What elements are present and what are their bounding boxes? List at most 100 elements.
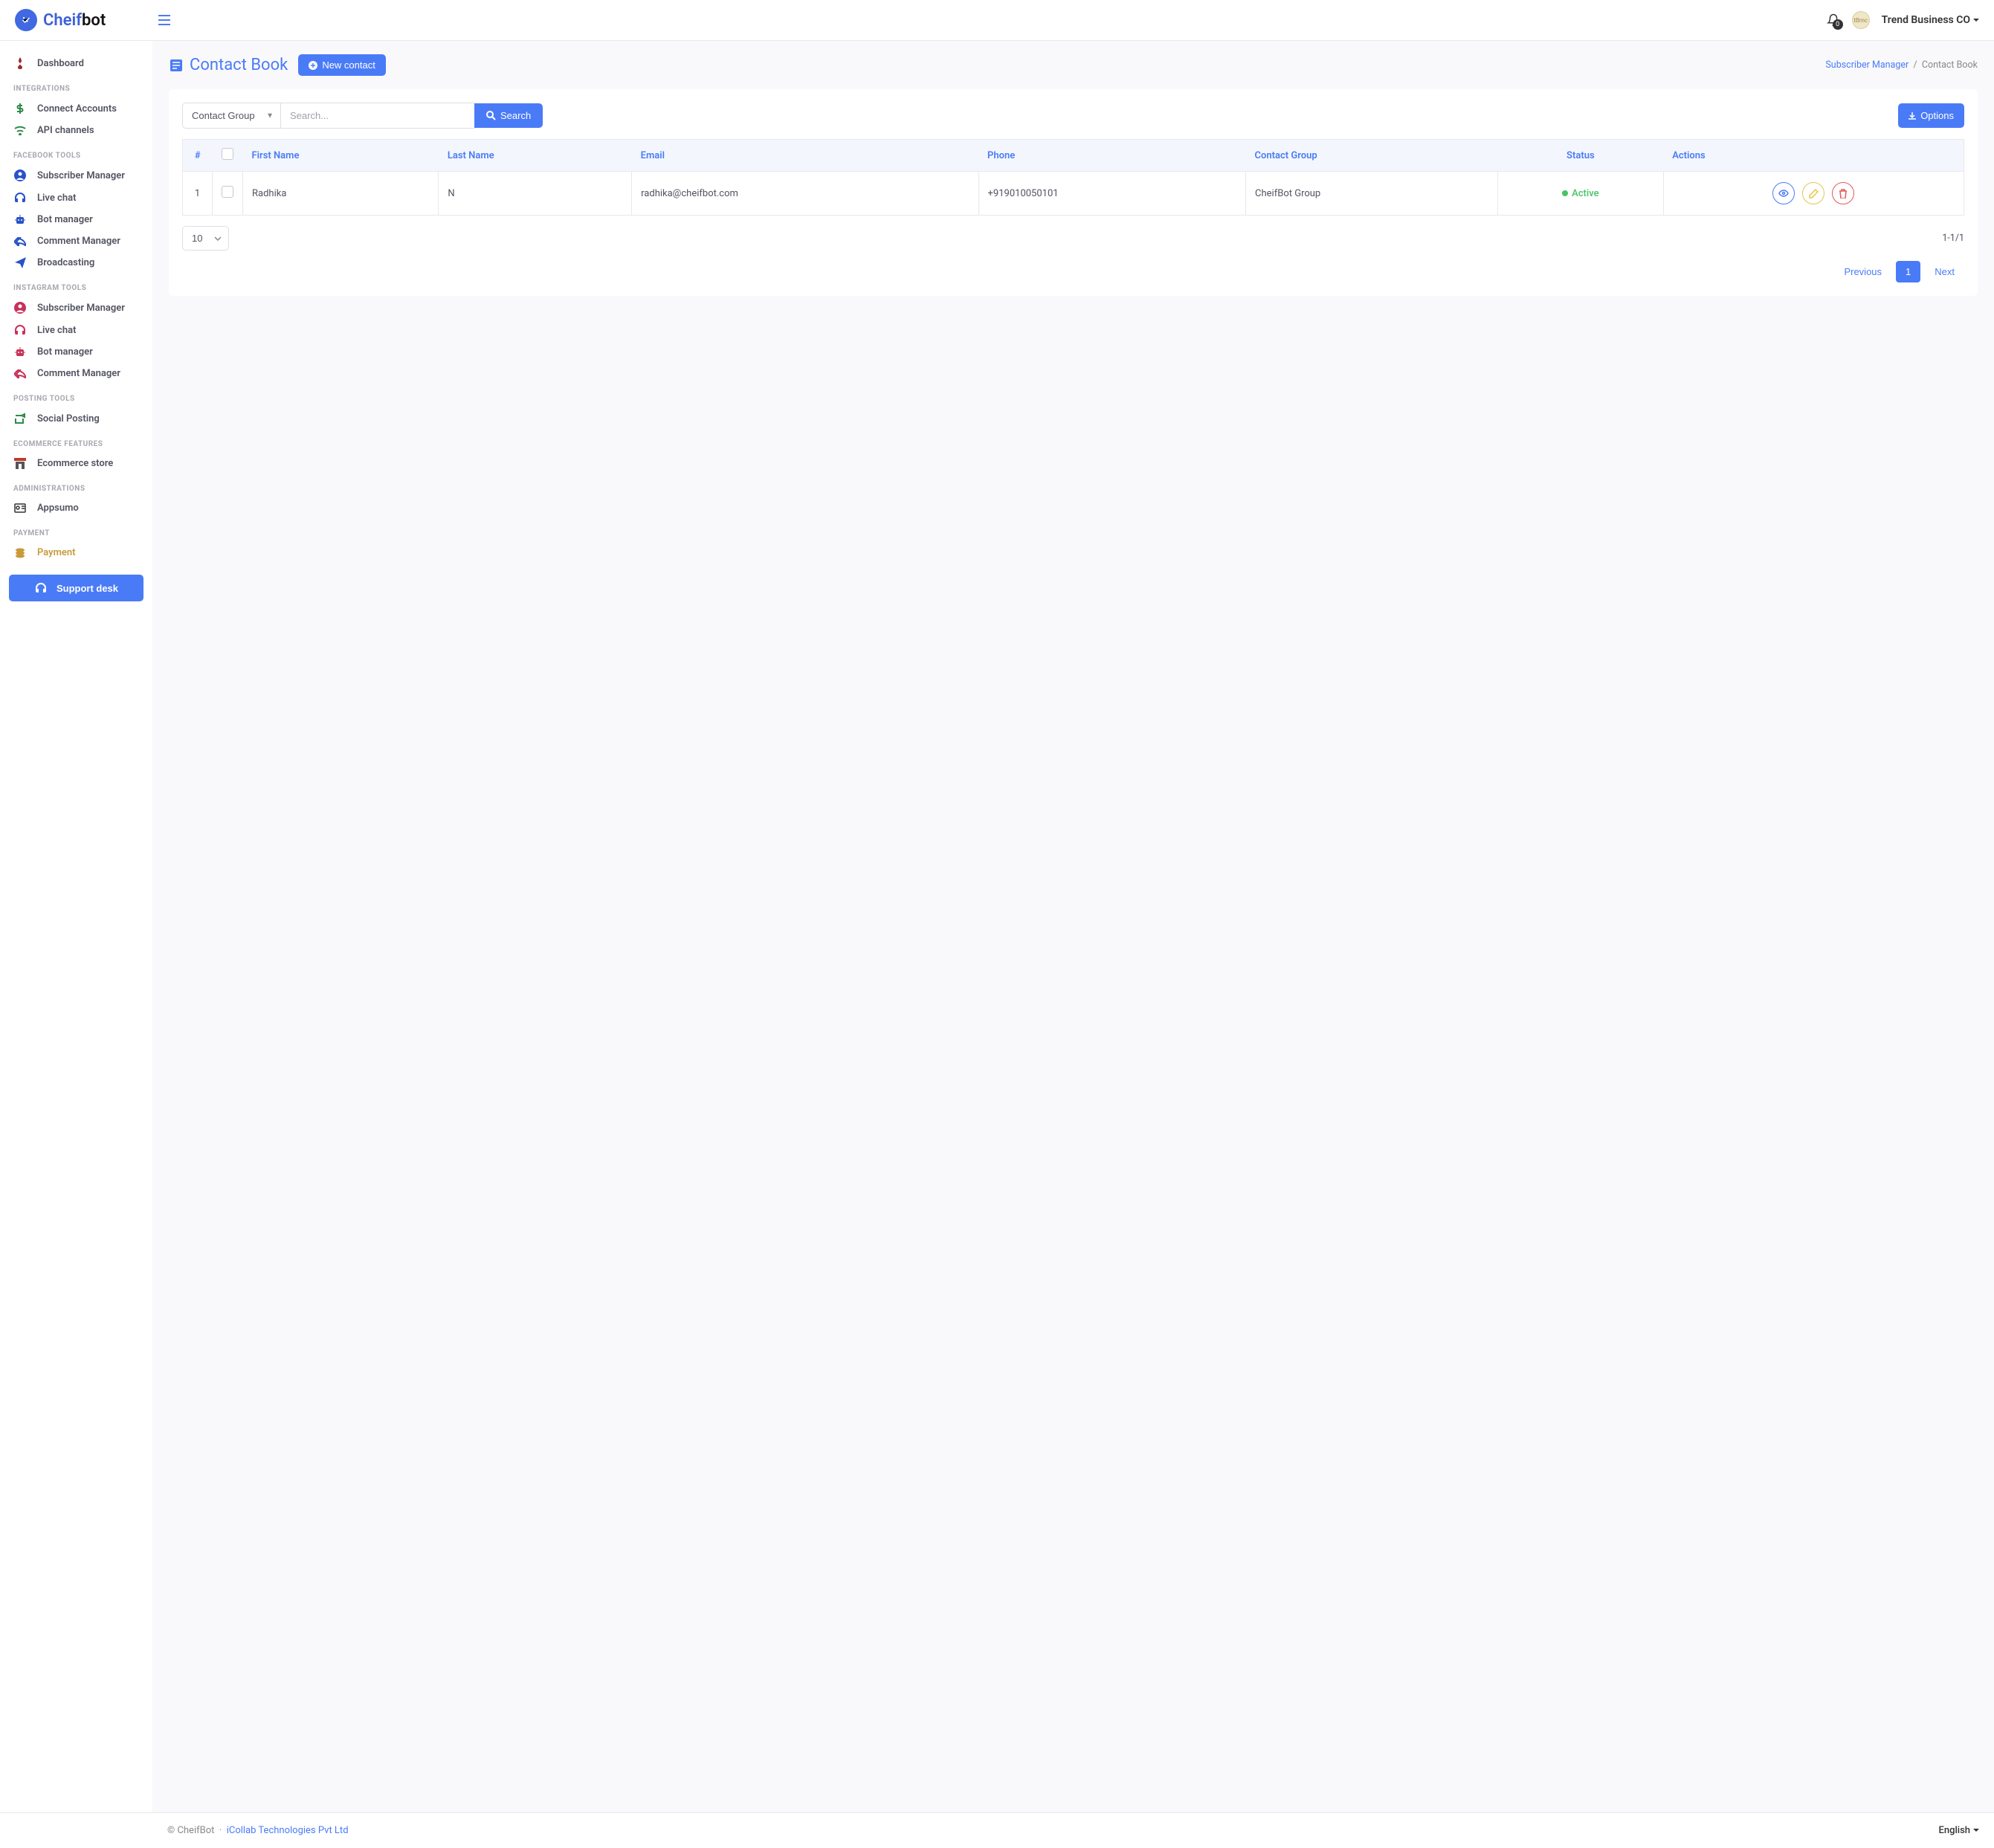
sidebar-item-ig-subscriber[interactable]: Subscriber Manager <box>0 297 152 319</box>
eye-icon <box>1778 190 1789 197</box>
cell-phone: +919010050101 <box>978 172 1246 216</box>
chevron-down-icon <box>1973 1829 1979 1832</box>
notification-bell-icon[interactable]: 0 <box>1827 13 1840 27</box>
avatar[interactable]: tBmc <box>1852 11 1870 29</box>
pagination: Previous 1 Next <box>182 261 1964 282</box>
headset-icon <box>13 192 27 204</box>
sidebar-item-ig-comment[interactable]: Comment Manager <box>0 363 152 384</box>
col-email[interactable]: Email <box>632 140 978 172</box>
new-contact-button[interactable]: New contact <box>298 54 386 76</box>
menu-toggle-icon[interactable] <box>158 15 170 25</box>
logo-text: Cheifbot <box>43 11 106 30</box>
sidebar-label: Appsumo <box>37 503 79 514</box>
next-page-button[interactable]: Next <box>1925 261 1964 282</box>
sidebar-item-connect-accounts[interactable]: Connect Accounts <box>0 97 152 120</box>
paper-plane-icon <box>13 257 27 268</box>
dollar-icon <box>13 103 27 114</box>
search-button[interactable]: Search <box>474 103 543 128</box>
contacts-table: # First Name Last Name Email Phone Conta… <box>182 139 1964 216</box>
footer-copyright: © CheifBot <box>167 1825 214 1836</box>
search-icon <box>486 111 496 120</box>
options-label: Options <box>1920 110 1954 121</box>
support-label: Support desk <box>57 583 118 594</box>
account-dropdown[interactable]: Trend Business CO <box>1882 14 1979 26</box>
new-contact-label: New contact <box>322 59 375 71</box>
sidebar-item-appsumo[interactable]: Appsumo <box>0 497 152 519</box>
status-text: Active <box>1572 188 1598 199</box>
headset-icon <box>34 582 48 594</box>
cell-email: radhika@cheifbot.com <box>632 172 978 216</box>
sidebar: Dashboard INTEGRATIONS Connect Accounts … <box>0 41 152 1812</box>
logo-mark-icon <box>15 9 37 31</box>
sidebar-heading-posting: POSTING TOOLS <box>0 384 152 407</box>
page-title: Contact Book <box>169 56 288 74</box>
headset-icon <box>13 324 27 336</box>
sidebar-item-ig-bot[interactable]: Bot manager <box>0 341 152 363</box>
chevron-down-icon <box>1973 19 1979 22</box>
footer: © CheifBot · iCollab Technologies Pvt Lt… <box>0 1812 1994 1848</box>
cell-first-name: Radhika <box>243 172 439 216</box>
row-checkbox[interactable] <box>222 186 233 198</box>
sidebar-item-social-posting[interactable]: Social Posting <box>0 407 152 430</box>
sidebar-item-ecommerce-store[interactable]: Ecommerce store <box>0 453 152 474</box>
sidebar-label: API channels <box>37 125 94 136</box>
language-selector[interactable]: English <box>1939 1825 1980 1836</box>
sidebar-heading-payment: PAYMENT <box>0 519 152 542</box>
sidebar-label: Subscriber Manager <box>37 170 125 181</box>
sidebar-label: Ecommerce store <box>37 458 113 469</box>
sidebar-item-fb-comment[interactable]: Comment Manager <box>0 230 152 252</box>
id-card-icon <box>13 503 27 513</box>
sidebar-label: Dashboard <box>37 58 84 69</box>
table-row: 1 Radhika N radhika@cheifbot.com +919010… <box>183 172 1964 216</box>
col-contact-group[interactable]: Contact Group <box>1246 140 1498 172</box>
pencil-icon <box>1809 189 1819 198</box>
sidebar-item-payment[interactable]: Payment <box>0 542 152 563</box>
col-first-name[interactable]: First Name <box>243 140 439 172</box>
search-label: Search <box>500 110 531 121</box>
notification-badge: 0 <box>1833 19 1843 30</box>
cell-checkbox <box>213 172 243 216</box>
logo[interactable]: Cheifbot <box>15 9 152 31</box>
page-1-button[interactable]: 1 <box>1896 261 1920 282</box>
breadcrumb: Subscriber Manager / Contact Book <box>1825 59 1978 71</box>
support-desk-button[interactable]: Support desk <box>9 575 143 601</box>
sidebar-item-ig-livechat[interactable]: Live chat <box>0 319 152 341</box>
breadcrumb-parent[interactable]: Subscriber Manager <box>1825 59 1909 71</box>
sidebar-item-dashboard[interactable]: Dashboard <box>0 52 152 74</box>
cell-status: Active <box>1497 172 1663 216</box>
breadcrumb-current: Contact Book <box>1922 59 1978 71</box>
select-all-checkbox[interactable] <box>222 148 233 160</box>
results-range: 1-1/1 <box>1942 233 1964 244</box>
coins-icon <box>13 548 27 558</box>
col-status[interactable]: Status <box>1497 140 1663 172</box>
sidebar-label: Social Posting <box>37 413 100 424</box>
sidebar-heading-admin: ADMINISTRATIONS <box>0 474 152 497</box>
sidebar-item-fb-broadcast[interactable]: Broadcasting <box>0 252 152 274</box>
sidebar-label: Connect Accounts <box>37 103 117 114</box>
book-icon <box>169 58 184 73</box>
sidebar-item-fb-bot[interactable]: Bot manager <box>0 209 152 230</box>
col-last-name[interactable]: Last Name <box>439 140 632 172</box>
sidebar-item-api-channels[interactable]: API channels <box>0 120 152 141</box>
robot-icon <box>13 347 27 358</box>
footer-company-link[interactable]: iCollab Technologies Pvt Ltd <box>227 1825 349 1836</box>
edit-button[interactable] <box>1802 182 1824 204</box>
language-label: English <box>1939 1825 1971 1836</box>
delete-button[interactable] <box>1832 182 1854 204</box>
search-input[interactable] <box>281 103 474 129</box>
col-checkbox <box>213 140 243 172</box>
page-size-select[interactable]: 10 <box>182 226 229 251</box>
sidebar-label: Bot manager <box>37 346 93 358</box>
options-button[interactable]: Options <box>1898 103 1964 128</box>
col-phone[interactable]: Phone <box>978 140 1246 172</box>
trash-icon <box>1839 189 1848 198</box>
main-content: Contact Book New contact Subscriber Mana… <box>152 41 1994 1812</box>
robot-icon <box>13 215 27 225</box>
contact-group-select[interactable]: Contact Group ▼ <box>182 103 281 129</box>
sidebar-item-fb-livechat[interactable]: Live chat <box>0 187 152 209</box>
view-button[interactable] <box>1772 182 1795 204</box>
prev-page-button[interactable]: Previous <box>1834 261 1891 282</box>
sidebar-heading-instagram: INSTAGRAM TOOLS <box>0 274 152 297</box>
sidebar-item-fb-subscriber[interactable]: Subscriber Manager <box>0 164 152 187</box>
plus-circle-icon <box>309 61 317 70</box>
